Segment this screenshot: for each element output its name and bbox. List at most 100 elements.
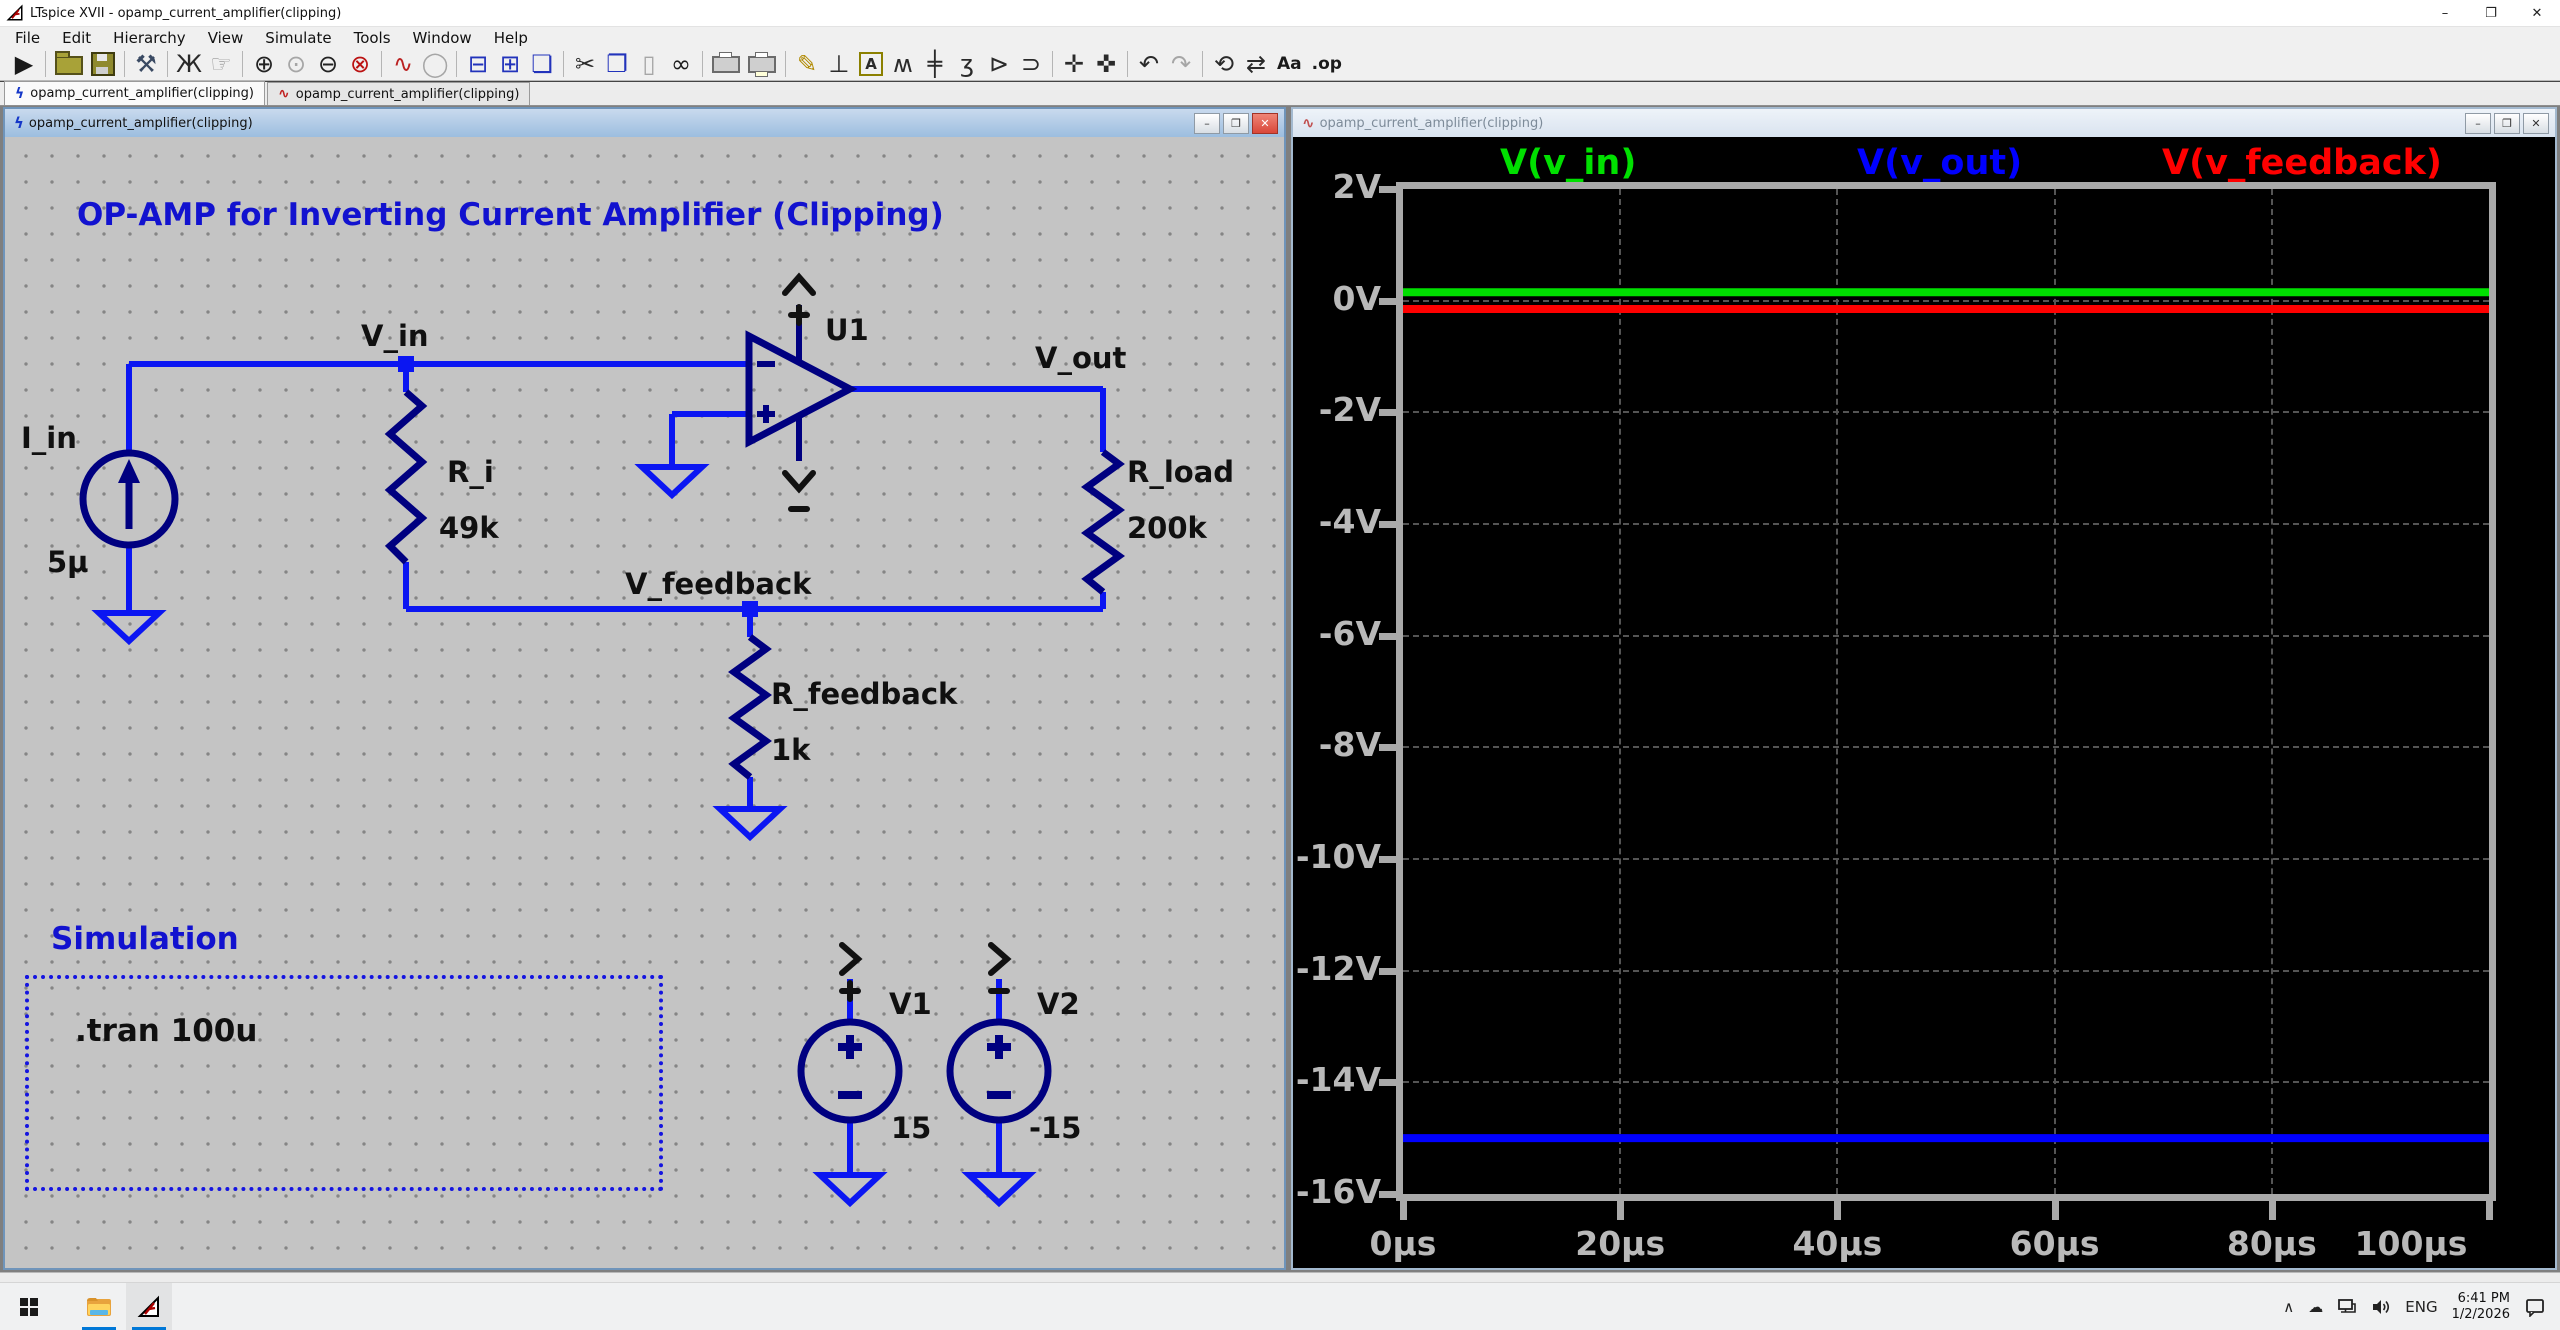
- child-minimize-button[interactable]: –: [1194, 113, 1220, 134]
- inductor-icon[interactable]: ʒ: [952, 49, 982, 79]
- menu-item-hierarchy[interactable]: Hierarchy: [102, 27, 197, 48]
- value-r-feedback[interactable]: 1k: [771, 733, 810, 767]
- schematic-doc-icon: ϟ: [15, 86, 24, 102]
- y-axis-tick: [1379, 633, 1403, 640]
- control-panel-icon[interactable]: ⚒: [131, 49, 161, 79]
- child-close-button[interactable]: ✕: [1252, 113, 1278, 134]
- y-axis-label: -8V: [1293, 725, 1381, 764]
- menu-item-tools[interactable]: Tools: [343, 27, 402, 48]
- minimize-button[interactable]: –: [2422, 0, 2468, 26]
- undo-icon[interactable]: ↶: [1134, 49, 1164, 79]
- print-icon[interactable]: [712, 56, 740, 73]
- label-r-feedback[interactable]: R_feedback: [771, 677, 957, 711]
- menu-item-view[interactable]: View: [197, 27, 255, 48]
- resistor-icon[interactable]: ʍ: [888, 49, 918, 79]
- legend-V(v_out)[interactable]: V(v_out): [1857, 143, 2022, 183]
- y-axis-label: -2V: [1293, 390, 1381, 429]
- value-r-load[interactable]: 200k: [1127, 511, 1207, 545]
- net-label-v-out[interactable]: V_out: [1035, 341, 1126, 375]
- x-axis-tick: [2486, 1194, 2493, 1220]
- label-v1[interactable]: V1: [889, 987, 932, 1021]
- zoom-out-icon[interactable]: ⊖: [313, 49, 343, 79]
- network-icon[interactable]: [2337, 1298, 2357, 1316]
- schematic-canvas[interactable]: OP-AMP for Inverting Current Amplifier (…: [5, 137, 1284, 1268]
- open-icon[interactable]: [55, 56, 83, 75]
- tile-horizontal-icon[interactable]: ⊟: [463, 49, 493, 79]
- label-r-i[interactable]: R_i: [447, 455, 494, 489]
- value-r-i[interactable]: 49k: [439, 511, 499, 545]
- close-button[interactable]: ✕: [2514, 0, 2560, 26]
- y-axis-label: 2V: [1293, 167, 1381, 206]
- action-center-icon[interactable]: [2524, 1297, 2546, 1317]
- find-icon[interactable]: ∞: [666, 49, 696, 79]
- waveform-window-titlebar[interactable]: ∿ opamp_current_amplifier(clipping) – ❐ …: [1293, 109, 2555, 137]
- zoom-in-icon[interactable]: ⊕: [249, 49, 279, 79]
- menu-item-help[interactable]: Help: [483, 27, 539, 48]
- child-close-button[interactable]: ✕: [2523, 113, 2549, 134]
- net-label-v-feedback[interactable]: V_feedback: [625, 567, 811, 601]
- start-button[interactable]: [6, 1283, 52, 1330]
- zoom-extents-icon[interactable]: ⊗: [345, 49, 375, 79]
- wire-icon[interactable]: ✎: [792, 49, 822, 79]
- menu-item-file[interactable]: File: [4, 27, 51, 48]
- mirror-icon[interactable]: ⇄: [1241, 49, 1271, 79]
- value-v1[interactable]: 15: [891, 1111, 931, 1145]
- run-icon[interactable]: ▶: [9, 49, 39, 79]
- component-icon[interactable]: ⊃: [1016, 49, 1046, 79]
- label-v2[interactable]: V2: [1037, 987, 1080, 1021]
- cut-icon[interactable]: ✂: [570, 49, 600, 79]
- autorange-icon[interactable]: ∿: [388, 49, 418, 79]
- spice-directive[interactable]: .tran 100u: [75, 1013, 257, 1049]
- label-u1[interactable]: U1: [825, 313, 869, 347]
- redo-icon[interactable]: ↷: [1166, 49, 1196, 79]
- legend-V(v_in)[interactable]: V(v_in): [1500, 143, 1636, 183]
- onedrive-cloud-icon[interactable]: ☁: [2308, 1298, 2323, 1316]
- cascade-windows-icon[interactable]: ❏: [527, 49, 557, 79]
- drag-icon[interactable]: ✜: [1091, 49, 1121, 79]
- language-indicator[interactable]: ENG: [2405, 1298, 2437, 1316]
- label-r-load[interactable]: R_load: [1127, 455, 1234, 489]
- menu-item-simulate[interactable]: Simulate: [254, 27, 342, 48]
- tray-chevron-up-icon[interactable]: ∧: [2283, 1298, 2294, 1316]
- spice-directive-icon[interactable]: .op: [1308, 49, 1346, 79]
- zoom-back-icon[interactable]: ⊙: [281, 49, 311, 79]
- tab-waveform[interactable]: ∿ opamp_current_amplifier(clipping): [267, 82, 530, 105]
- diode-icon[interactable]: ⊳: [984, 49, 1014, 79]
- label-i-in[interactable]: I_in: [21, 421, 77, 455]
- capacitor-icon[interactable]: ╪: [920, 49, 950, 79]
- menu-item-edit[interactable]: Edit: [51, 27, 102, 48]
- speaker-icon[interactable]: [2371, 1298, 2391, 1316]
- move-icon[interactable]: ✛: [1059, 49, 1089, 79]
- halt-icon[interactable]: ☞: [206, 49, 236, 79]
- taskbar-ltspice[interactable]: [126, 1283, 172, 1330]
- save-icon[interactable]: [91, 52, 115, 76]
- value-v2[interactable]: -15: [1029, 1111, 1081, 1145]
- rotate-icon[interactable]: ⟲: [1209, 49, 1239, 79]
- waveform-canvas[interactable]: 2V0V-2V-4V-6V-8V-10V-12V-14V-16V0µs20µs4…: [1293, 137, 2555, 1268]
- taskbar-file-explorer[interactable]: [76, 1283, 122, 1330]
- value-i-in[interactable]: 5µ: [47, 545, 89, 579]
- pan-icon[interactable]: ◯: [420, 49, 450, 79]
- taskbar-clock[interactable]: 6:41 PM 1/2/2026: [2452, 1291, 2510, 1323]
- restore-button[interactable]: ❐: [2468, 0, 2514, 26]
- schematic-window-titlebar[interactable]: ϟ opamp_current_amplifier(clipping) – ❐ …: [5, 109, 1284, 137]
- tab-schematic[interactable]: ϟ opamp_current_amplifier(clipping): [4, 81, 265, 105]
- print-preview-icon[interactable]: [748, 56, 776, 73]
- menu-item-window[interactable]: Window: [402, 27, 483, 48]
- run-simulation-icon[interactable]: Ж: [174, 49, 204, 79]
- copy-icon[interactable]: ❐: [602, 49, 632, 79]
- child-restore-button[interactable]: ❐: [1223, 113, 1249, 134]
- resistor-r-load-symbol: [1087, 452, 1119, 592]
- x-axis-label: 80µs: [2192, 1224, 2352, 1263]
- x-axis-label: 60µs: [1975, 1224, 2135, 1263]
- text-icon[interactable]: Aa: [1273, 49, 1306, 79]
- tile-vertical-icon[interactable]: ⊞: [495, 49, 525, 79]
- paste-icon[interactable]: ▯: [634, 49, 664, 79]
- child-minimize-button[interactable]: –: [2465, 113, 2491, 134]
- ground-icon[interactable]: ⊥: [824, 49, 854, 79]
- net-label-icon[interactable]: A: [859, 52, 883, 76]
- net-label-v-in[interactable]: V_in: [361, 319, 429, 353]
- toolbar-separator: [1052, 51, 1053, 77]
- child-restore-button[interactable]: ❐: [2494, 113, 2520, 134]
- legend-V(v_feedback)[interactable]: V(v_feedback): [2162, 143, 2442, 183]
